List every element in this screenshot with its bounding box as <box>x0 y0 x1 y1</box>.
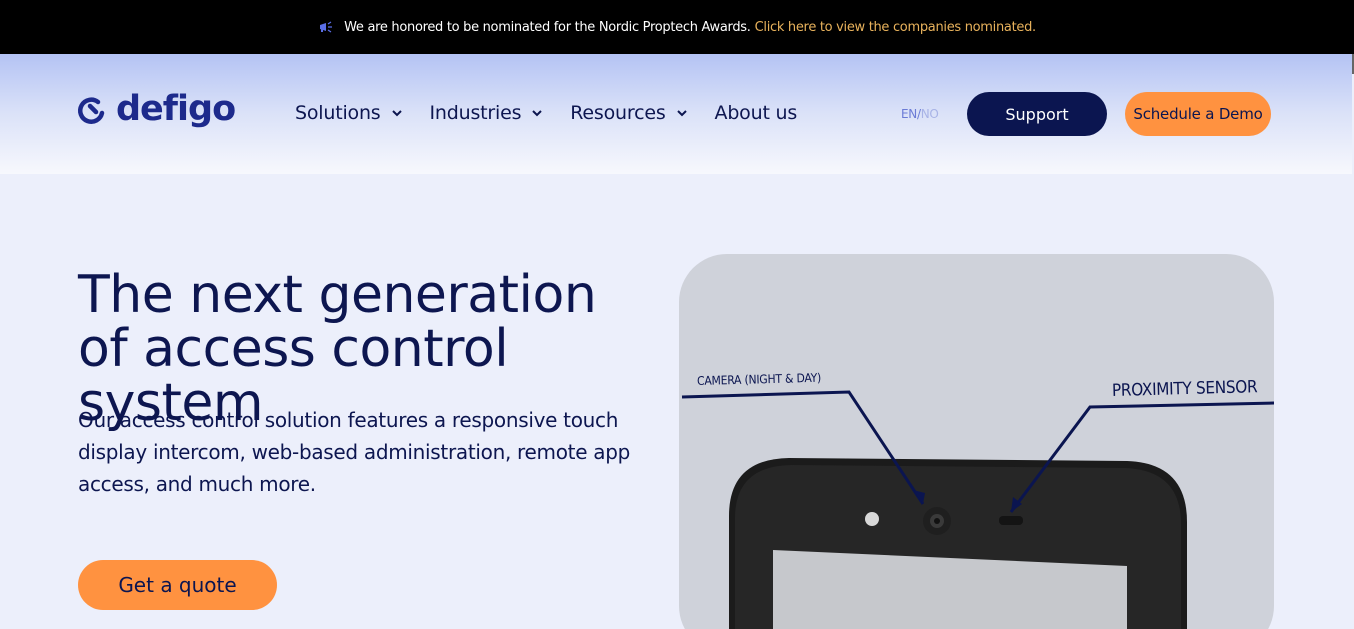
logo-text: defigo <box>116 89 236 129</box>
lang-en-link[interactable]: EN <box>901 107 917 121</box>
nav-item-label: About us <box>714 102 798 124</box>
nav-item-industries[interactable]: Industries <box>430 102 544 124</box>
logo-mark-icon <box>78 96 105 124</box>
nav-item-label: Solutions <box>295 102 381 124</box>
nav-item-resources[interactable]: Resources <box>570 102 687 124</box>
nav-item-about-us[interactable]: About us <box>715 102 798 124</box>
nav-item-label: Resources <box>570 102 666 124</box>
chevron-down-icon <box>391 110 402 117</box>
support-button[interactable]: Support <box>967 92 1107 136</box>
logo[interactable]: defigo <box>76 89 236 129</box>
schedule-demo-button[interactable]: Schedule a Demo <box>1125 92 1271 136</box>
hero-description: Our access control solution features a r… <box>78 408 631 496</box>
announcement-link[interactable]: Click here to view the companies nominat… <box>755 20 1037 35</box>
announcement-text: We are honored to be nominated for the N… <box>344 19 751 35</box>
lang-no-link[interactable]: NO <box>921 107 939 121</box>
language-switcher: EN/NO <box>901 107 939 121</box>
proximity-sensor-callout-label: PROXIMITY SENSOR <box>1111 377 1258 401</box>
chevron-down-icon <box>676 110 687 117</box>
announcement-bar: We are honored to be nominated for the N… <box>0 0 1354 54</box>
chevron-down-icon <box>532 110 542 117</box>
site-header: defigo Solutions Industries Resources Ab… <box>0 54 1352 174</box>
device-illustration: CAMERA (NIGHT & DAY) PROXIMITY SENSOR <box>679 254 1274 629</box>
main-nav: Solutions Industries Resources About us <box>295 102 797 124</box>
megaphone-icon <box>318 20 334 34</box>
intercom-device-image <box>681 390 1274 629</box>
get-quote-button[interactable]: Get a quote <box>78 560 277 610</box>
nav-item-label: Industries <box>429 102 522 124</box>
nav-item-solutions[interactable]: Solutions <box>295 102 403 124</box>
